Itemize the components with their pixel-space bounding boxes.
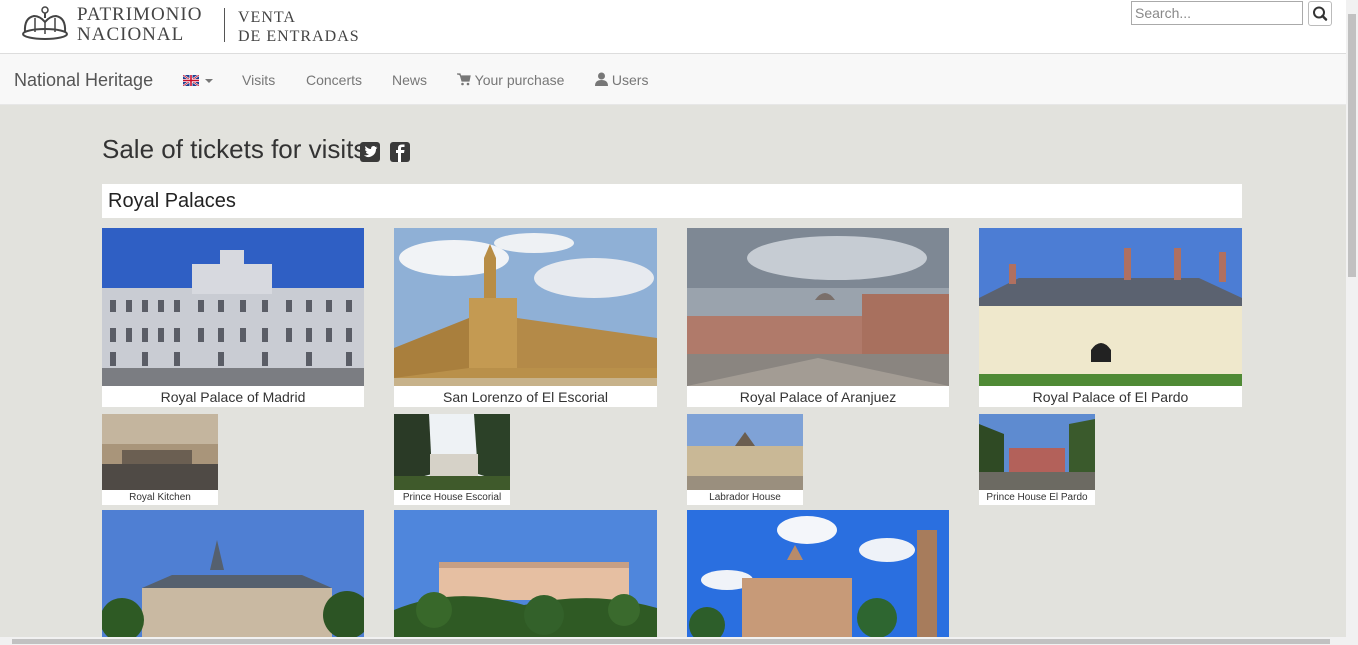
photo-san-lorenzo-escorial bbox=[394, 228, 657, 386]
photo-royal-palace-aranjuez bbox=[687, 228, 949, 386]
card-caption: Royal Palace of El Pardo bbox=[1032, 389, 1189, 405]
logo-line-3: VENTA bbox=[238, 9, 296, 26]
logo-text-patrimonio[interactable]: PATRIMONIO NACIONAL bbox=[77, 5, 202, 45]
twitter-icon[interactable] bbox=[360, 142, 380, 162]
card-caption: Royal Palace of Aranjuez bbox=[739, 389, 897, 405]
nav-your-purchase-label: Your purchase bbox=[474, 72, 565, 88]
palace-card-madrid[interactable]: Royal Palace of Madrid bbox=[102, 228, 364, 407]
photo-royal-palace-madrid bbox=[102, 228, 364, 386]
search-button[interactable] bbox=[1308, 1, 1332, 26]
palace-card-aranjuez[interactable]: Royal Palace of Aranjuez bbox=[687, 228, 949, 407]
nav-your-purchase[interactable]: Your purchase bbox=[457, 72, 564, 88]
nav-users[interactable]: Users bbox=[595, 72, 648, 88]
logo-line-2: NACIONAL bbox=[77, 24, 185, 45]
card-caption: Prince House Escorial bbox=[402, 492, 502, 503]
photo-palace-riofrio bbox=[394, 510, 657, 637]
horizontal-scrollbar-thumb[interactable] bbox=[12, 639, 1330, 644]
site-card-prince-house-el-pardo[interactable]: Prince House El Pardo bbox=[979, 414, 1095, 505]
photo-palace-la-granja bbox=[102, 510, 364, 637]
site-header: PATRIMONIO NACIONAL VENTA DE ENTRADAS bbox=[0, 0, 1346, 54]
photo-prince-house-el-pardo bbox=[979, 414, 1095, 490]
card-caption: Labrador House bbox=[709, 492, 781, 503]
section-title: Royal Palaces bbox=[108, 190, 236, 212]
logo-text-venta[interactable]: VENTA DE ENTRADAS bbox=[238, 8, 360, 46]
photo-palace-almudaina bbox=[687, 510, 949, 637]
vertical-scrollbar[interactable] bbox=[1346, 0, 1358, 645]
photo-royal-palace-el-pardo bbox=[979, 228, 1242, 386]
logo-line-4: DE ENTRADAS bbox=[238, 28, 360, 45]
nav-concerts[interactable]: Concerts bbox=[306, 72, 362, 88]
nav-visits[interactable]: Visits bbox=[242, 72, 275, 88]
site-card-prince-house-escorial[interactable]: Prince House Escorial bbox=[394, 414, 510, 505]
nav-brand[interactable]: National Heritage bbox=[14, 70, 153, 91]
horizontal-scrollbar[interactable] bbox=[0, 637, 1346, 645]
nav-users-label: Users bbox=[611, 72, 649, 88]
language-dropdown-caret-icon[interactable] bbox=[205, 79, 213, 83]
facebook-icon[interactable] bbox=[390, 142, 410, 162]
palace-card-escorial[interactable]: San Lorenzo of El Escorial bbox=[394, 228, 657, 407]
card-caption: San Lorenzo of El Escorial bbox=[443, 389, 608, 405]
section-header: Royal Palaces bbox=[102, 184, 1242, 218]
cart-icon bbox=[457, 73, 471, 86]
palace-card-la-granja[interactable] bbox=[102, 510, 364, 637]
main-navbar: National Heritage Visits Concerts News Y… bbox=[0, 54, 1346, 105]
palace-card-riofrio[interactable] bbox=[394, 510, 657, 637]
logo-line-1: PATRIMONIO bbox=[77, 4, 203, 25]
nav-news[interactable]: News bbox=[392, 72, 427, 88]
palace-card-almudaina[interactable] bbox=[687, 510, 949, 637]
search-input[interactable] bbox=[1131, 1, 1303, 25]
photo-prince-house-escorial bbox=[394, 414, 510, 490]
user-icon bbox=[595, 72, 608, 86]
uk-flag-icon[interactable] bbox=[183, 75, 199, 86]
site-card-royal-kitchen[interactable]: Royal Kitchen bbox=[102, 414, 218, 505]
search-icon bbox=[1313, 6, 1328, 21]
card-caption: Royal Palace of Madrid bbox=[160, 389, 306, 405]
card-caption: Prince House El Pardo bbox=[986, 492, 1088, 503]
photo-labrador-house bbox=[687, 414, 803, 490]
photo-royal-kitchen bbox=[102, 414, 218, 490]
vertical-scrollbar-thumb[interactable] bbox=[1348, 14, 1356, 277]
crown-logo-icon[interactable] bbox=[20, 4, 70, 42]
card-caption: Royal Kitchen bbox=[129, 492, 191, 503]
logo-divider bbox=[224, 8, 225, 42]
page-title: Sale of tickets for visits bbox=[102, 134, 367, 164]
site-card-labrador-house[interactable]: Labrador House bbox=[687, 414, 803, 505]
palace-card-el-pardo[interactable]: Royal Palace of El Pardo bbox=[979, 228, 1242, 407]
